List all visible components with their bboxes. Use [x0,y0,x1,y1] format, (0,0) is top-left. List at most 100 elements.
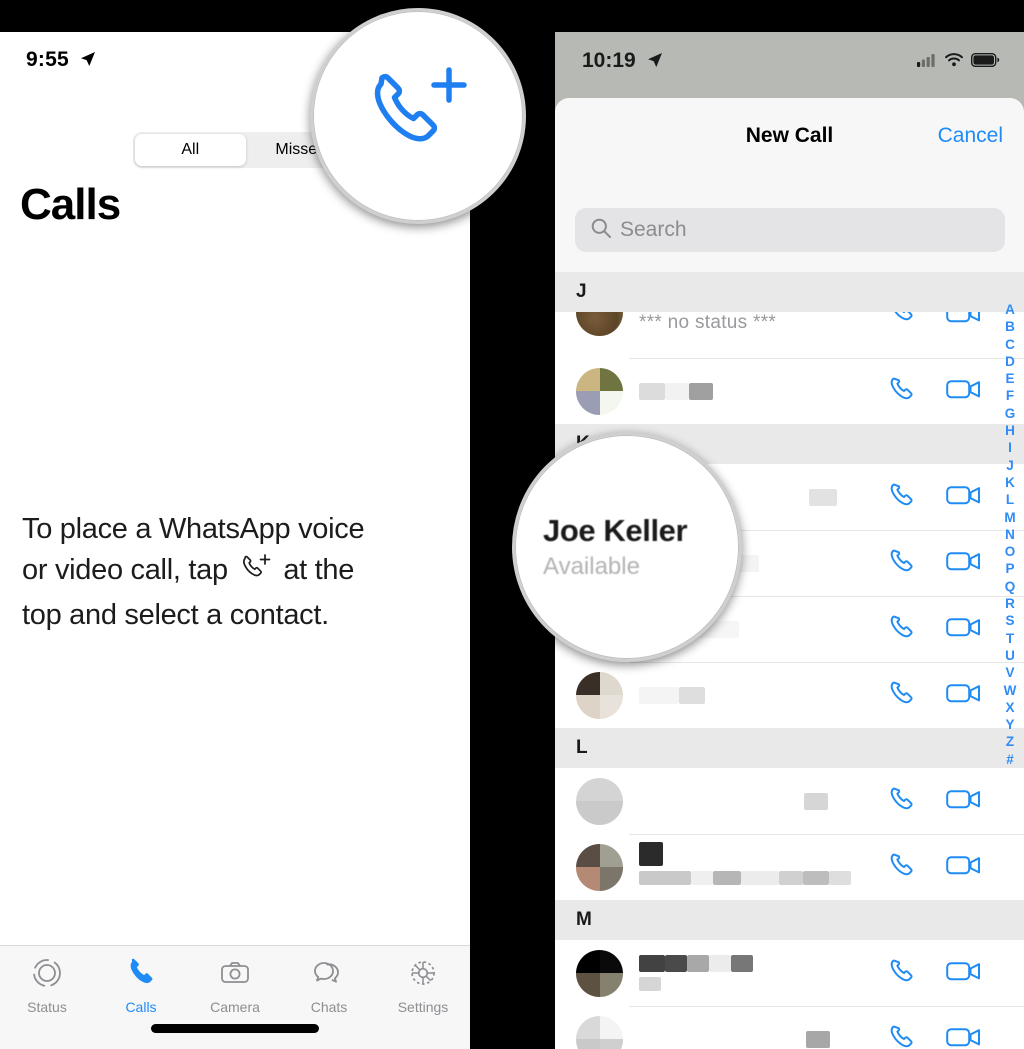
contact-row[interactable] [555,940,1024,1006]
video-camera-icon[interactable] [946,680,982,711]
redacted-name [687,955,709,972]
alpha-index-s[interactable]: S [1005,612,1014,629]
row-actions [886,312,982,326]
contact-meta [639,792,886,810]
avatar [576,777,623,825]
tab-settings[interactable]: Settings [376,956,470,1015]
search-input[interactable]: Search [575,208,1005,252]
row-actions [886,955,982,992]
alpha-index-x[interactable]: X [1005,699,1014,716]
redacted-name [665,955,687,972]
video-camera-icon[interactable] [946,1024,982,1049]
alpha-index-o[interactable]: O [1005,543,1016,560]
alpha-index-b[interactable]: B [1005,318,1015,335]
phone-icon[interactable] [886,611,918,648]
phone-icon[interactable] [886,783,918,820]
redacted-name [639,382,665,400]
video-camera-icon[interactable] [946,786,982,817]
contact-row[interactable] [555,834,1024,900]
alpha-index-l[interactable]: L [1006,491,1014,508]
row-actions [886,1021,982,1049]
video-camera-icon[interactable] [946,548,982,579]
video-camera-icon[interactable] [946,852,982,883]
phone-icon[interactable] [886,479,918,516]
alpha-index-y[interactable]: Y [1005,716,1014,733]
contact-meta [639,686,886,704]
tab-camera[interactable]: Camera [188,956,282,1015]
tab-settings-label: Settings [397,999,449,1015]
phone-icon[interactable] [886,373,918,410]
status-rings-icon [30,956,64,995]
alpha-index-m[interactable]: M [1004,509,1015,526]
status-bar-indicators [917,52,1000,72]
section-header-m: M [555,900,1024,940]
alpha-index-w[interactable]: W [1004,682,1017,699]
alpha-index-g[interactable]: G [1005,405,1016,422]
phone-icon[interactable] [886,849,918,886]
alpha-index-d[interactable]: D [1005,353,1015,370]
phone-icon[interactable] [886,545,918,582]
alpha-index-e[interactable]: E [1005,370,1014,387]
phone-icon[interactable] [886,312,918,326]
wifi-icon [944,52,964,72]
page-title: Calls [20,180,121,229]
empty-state-message: To place a WhatsApp voice or video call,… [22,509,442,636]
alpha-index-hash[interactable]: # [1006,751,1014,768]
alpha-index-t[interactable]: T [1006,630,1014,647]
alpha-index-c[interactable]: C [1005,336,1015,353]
location-arrow-icon [80,49,96,73]
alpha-index-q[interactable]: Q [1005,578,1016,595]
alpha-index-z[interactable]: Z [1006,733,1014,750]
contact-row[interactable] [555,1006,1024,1049]
row-actions [886,373,982,410]
empty-state-line1: To place a WhatsApp voice [22,513,365,545]
alpha-index-v[interactable]: V [1005,664,1014,681]
alpha-index-j[interactable]: J [1006,457,1014,474]
redacted-status [829,870,851,885]
phone-icon[interactable] [886,1021,918,1049]
alpha-index-p[interactable]: P [1005,560,1014,577]
alpha-index-a[interactable]: A [1005,301,1015,318]
phone-icon[interactable] [886,677,918,714]
alpha-index-f[interactable]: F [1006,387,1014,404]
alpha-index-r[interactable]: R [1005,595,1015,612]
video-camera-icon[interactable] [946,482,982,513]
alpha-index-u[interactable]: U [1005,647,1015,664]
redacted-status [741,870,779,885]
bottom-tab-bar: Status Calls Camera Chats Settings [0,945,470,1049]
status-bar-time: 9:55 [26,48,96,72]
contact-meta [639,955,886,991]
video-camera-icon[interactable] [946,312,982,326]
row-actions [886,677,982,714]
cancel-button[interactable]: Cancel [938,124,1003,148]
contact-row[interactable]: *** no status *** [555,312,1024,358]
alphabet-index-scrubber[interactable]: A B C D E F G H I J K L M N O P Q R S T … [998,301,1022,768]
phone-icon[interactable] [886,955,918,992]
magnifier-contact-joe-keller: Joe Keller Available [512,432,742,662]
gear-icon [406,956,440,995]
tab-chats-label: Chats [310,999,348,1015]
segment-all[interactable]: All [135,134,246,166]
video-camera-icon[interactable] [946,376,982,407]
contact-row[interactable] [555,358,1024,424]
alpha-index-k[interactable]: K [1005,474,1015,491]
row-actions [886,479,982,516]
tab-chats[interactable]: Chats [282,956,376,1015]
tab-calls[interactable]: Calls [94,956,188,1015]
status-bar-time-text: 9:55 [26,48,69,71]
video-camera-icon[interactable] [946,614,982,645]
redacted-status [639,977,661,991]
location-arrow-icon [647,50,663,74]
redacted-name [809,488,837,506]
alpha-index-n[interactable]: N [1005,526,1015,543]
tab-status[interactable]: Status [0,956,94,1015]
video-camera-icon[interactable] [946,958,982,989]
alpha-index-i[interactable]: I [1008,439,1012,456]
contact-row[interactable] [555,662,1024,728]
redacted-name [709,955,731,972]
alpha-index-h[interactable]: H [1005,422,1015,439]
contact-row[interactable] [555,768,1024,834]
call-plus-icon [363,64,473,169]
section-header-l: L [555,728,1024,768]
avatar [576,312,623,336]
